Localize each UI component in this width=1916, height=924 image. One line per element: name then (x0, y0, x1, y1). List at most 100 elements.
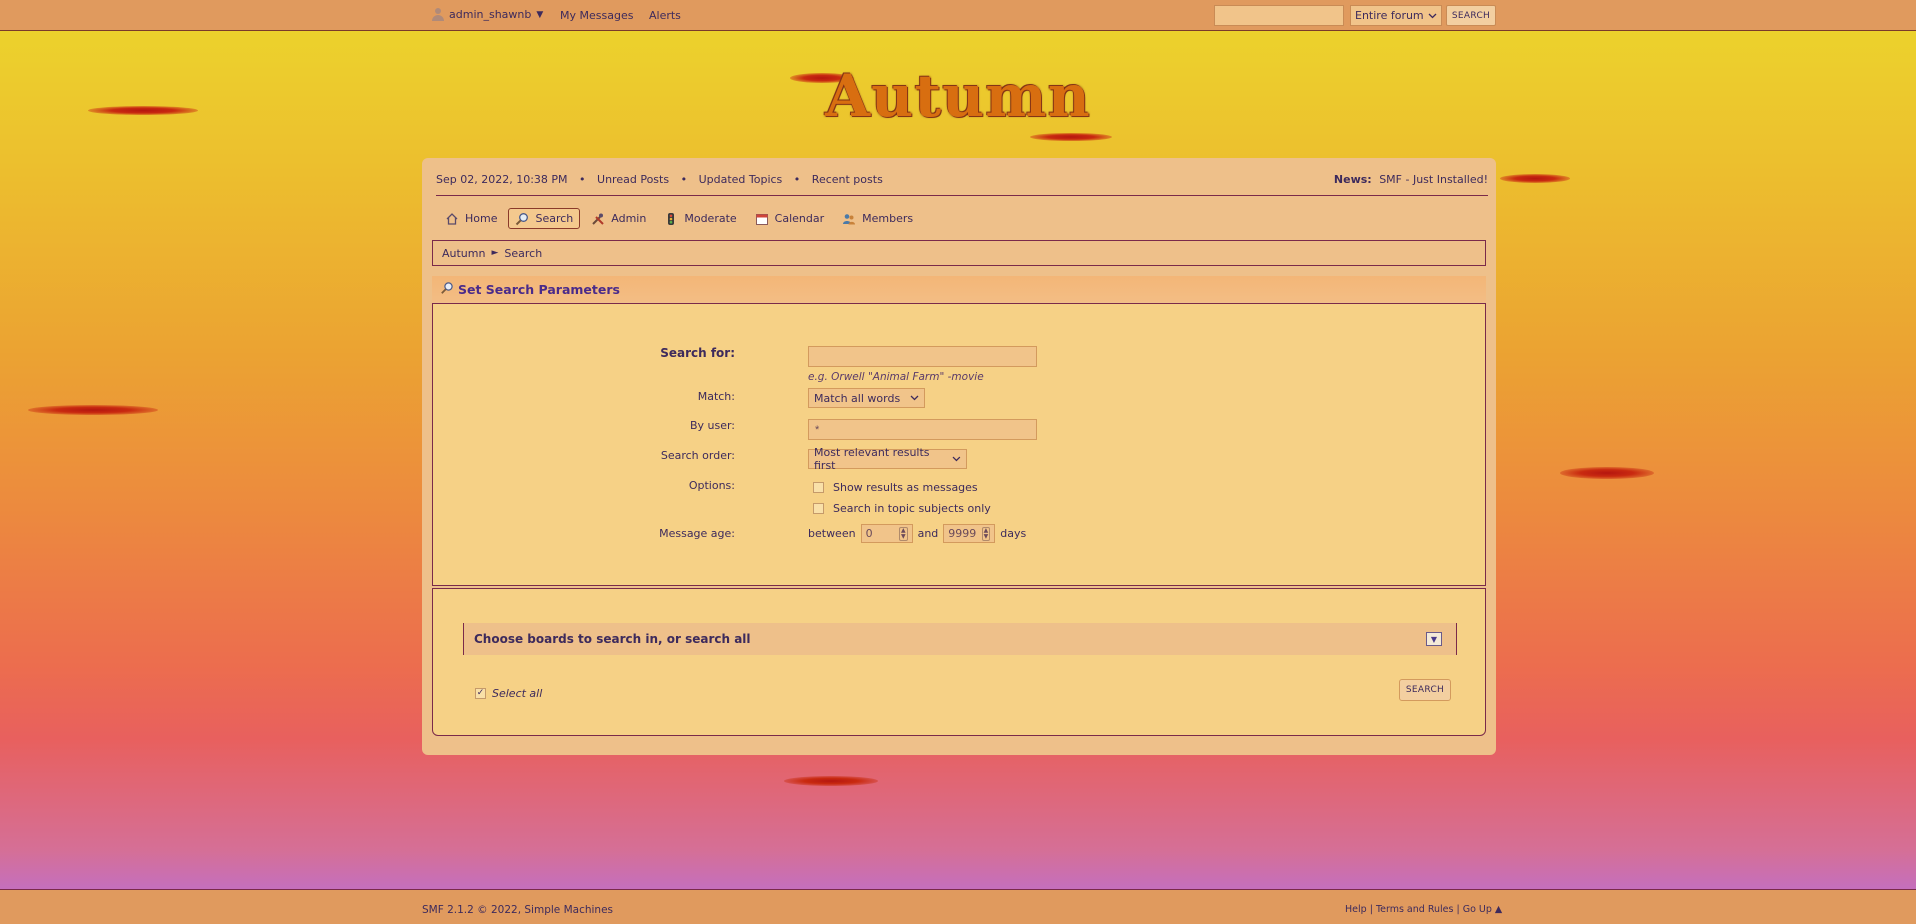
option-subjects-only[interactable]: Search in topic subjects only (813, 502, 991, 515)
chevron-down-icon (952, 456, 961, 462)
magnifier-icon (515, 212, 529, 226)
breadcrumb-current[interactable]: Search (504, 247, 542, 260)
age-max-value: 9999 (948, 527, 977, 540)
menu-item-members[interactable]: Members (835, 208, 920, 229)
menu-item-home[interactable]: Home (438, 208, 504, 229)
help-link[interactable]: Help (1345, 904, 1367, 915)
user-icon (432, 8, 444, 21)
select-all-checkbox[interactable]: ✓ (475, 688, 486, 699)
alerts-link[interactable]: Alerts (649, 9, 681, 22)
top-bar: admin_shawnb ▼ My Messages Alerts Entire… (0, 0, 1916, 31)
search-params-title: Set Search Parameters (458, 281, 620, 297)
search-for-input[interactable] (808, 346, 1037, 367)
search-scope-select[interactable]: Entire forum (1350, 5, 1442, 26)
calendar-icon (755, 212, 769, 226)
footer: SMF 2.1.2 © 2022, Simple Machines Help |… (0, 889, 1916, 924)
footer-separator: | (1369, 904, 1373, 915)
search-scope-value: Entire forum (1355, 9, 1424, 22)
breadcrumb-root[interactable]: Autumn (442, 247, 485, 260)
age-days-text: days (1000, 527, 1027, 540)
show-messages-label: Show results as messages (833, 481, 978, 494)
chevron-down-icon[interactable]: ▼ (536, 10, 543, 20)
separator: • (579, 173, 586, 186)
select-all-row[interactable]: ✓ Select all (475, 687, 542, 700)
search-order-label: Search order: (660, 449, 735, 462)
age-min-input[interactable]: 0 ▲ ▼ (860, 524, 913, 543)
show-messages-checkbox[interactable] (813, 482, 824, 493)
search-submit-button[interactable]: SEARCH (1399, 679, 1451, 701)
top-search-button[interactable]: SEARCH (1446, 5, 1496, 26)
menu-label-moderate: Moderate (684, 212, 737, 225)
age-and-text: and (917, 527, 939, 540)
menu-label-search: Search (535, 212, 574, 225)
upper-bar: Sep 02, 2022, 10:38 PM • Unread Posts • … (436, 158, 1488, 196)
leaf-decoration (784, 776, 878, 786)
forum-logo[interactable]: Autumn (0, 62, 1916, 130)
leaf-decoration (1560, 467, 1654, 479)
menu-item-moderate[interactable]: Moderate (657, 208, 743, 229)
boards-panel: Choose boards to search in, or search al… (432, 588, 1486, 736)
menu-label-admin: Admin (611, 212, 647, 225)
go-up-link[interactable]: Go Up ▲ (1463, 904, 1503, 915)
search-for-label: Search for: (660, 346, 735, 360)
magnifier-icon (440, 281, 454, 298)
spinner-icon[interactable]: ▲ ▼ (898, 526, 908, 541)
match-label: Match: (697, 390, 735, 403)
match-select-value: Match all words (814, 391, 901, 405)
menu-label-home: Home (465, 212, 498, 225)
footer-copyright[interactable]: SMF 2.1.2 © 2022, Simple Machines (422, 904, 613, 916)
boards-header[interactable]: Choose boards to search in, or search al… (463, 623, 1457, 655)
updated-topics-link[interactable]: Updated Topics (699, 173, 783, 186)
expand-toggle-icon[interactable]: ▼ (1426, 632, 1442, 646)
menu-item-admin[interactable]: Admin (584, 208, 653, 229)
breadcrumb-separator: ► (491, 248, 499, 258)
chevron-down-icon (1428, 13, 1437, 18)
option-show-messages[interactable]: Show results as messages (813, 481, 978, 494)
menu-label-members: Members (862, 212, 914, 225)
menu-item-search[interactable]: Search (508, 208, 581, 229)
search-order-value: Most relevant results first (814, 446, 930, 472)
select-all-label: Select all (492, 687, 543, 700)
top-search-input[interactable] (1214, 5, 1344, 26)
top-bar-inner: admin_shawnb ▼ My Messages Alerts Entire… (422, 0, 1496, 31)
search-params-panel: Search for: e.g. Orwell "Animal Farm" -m… (432, 303, 1486, 586)
leaf-decoration (28, 405, 158, 415)
members-icon (842, 212, 856, 226)
upper-bar-links: Sep 02, 2022, 10:38 PM • Unread Posts • … (436, 173, 883, 186)
age-max-input[interactable]: 9999 ▲ ▼ (943, 524, 996, 543)
subjects-only-checkbox[interactable] (813, 503, 824, 514)
search-for-hint: e.g. Orwell "Animal Farm" -movie (808, 371, 984, 383)
username[interactable]: admin_shawnb (449, 8, 531, 21)
main-menu: Home Search Admin Moderate Calendar Memb… (438, 208, 920, 229)
user-menu[interactable]: admin_shawnb ▼ (432, 8, 543, 21)
subjects-only-label: Search in topic subjects only (833, 502, 991, 515)
terms-link[interactable]: Terms and Rules (1376, 904, 1454, 915)
by-user-input[interactable] (808, 419, 1037, 440)
search-params-header: Set Search Parameters (432, 276, 1486, 302)
age-min-value: 0 (865, 527, 873, 540)
traffic-light-icon (664, 212, 678, 226)
boards-header-title: Choose boards to search in, or search al… (474, 632, 751, 646)
leaf-decoration (1500, 174, 1570, 183)
news-ticker: News: SMF - Just Installed! (1334, 173, 1488, 186)
chevron-down-icon (910, 395, 919, 401)
tools-icon (591, 212, 605, 226)
my-messages-link[interactable]: My Messages (560, 9, 633, 22)
news-text: SMF - Just Installed! (1379, 173, 1488, 186)
home-icon (445, 212, 459, 226)
footer-links: Help | Terms and Rules | Go Up ▲ (1345, 904, 1502, 915)
menu-label-calendar: Calendar (774, 212, 825, 225)
menu-item-calendar[interactable]: Calendar (748, 208, 831, 229)
separator: • (793, 173, 801, 186)
search-order-select[interactable]: Most relevant results first (808, 446, 967, 472)
spinner-icon[interactable]: ▲ ▼ (981, 526, 991, 541)
footer-separator: | (1456, 904, 1460, 915)
by-user-label: By user: (689, 419, 735, 432)
match-select[interactable]: Match all words (808, 388, 925, 408)
main-wrapper: Sep 02, 2022, 10:38 PM • Unread Posts • … (422, 158, 1496, 755)
unread-posts-link[interactable]: Unread Posts (597, 173, 669, 186)
message-age-label: Message age: (659, 527, 735, 540)
current-datetime: Sep 02, 2022, 10:38 PM (436, 173, 568, 186)
age-between-text: between (808, 527, 856, 540)
recent-posts-link[interactable]: Recent posts (812, 173, 883, 186)
